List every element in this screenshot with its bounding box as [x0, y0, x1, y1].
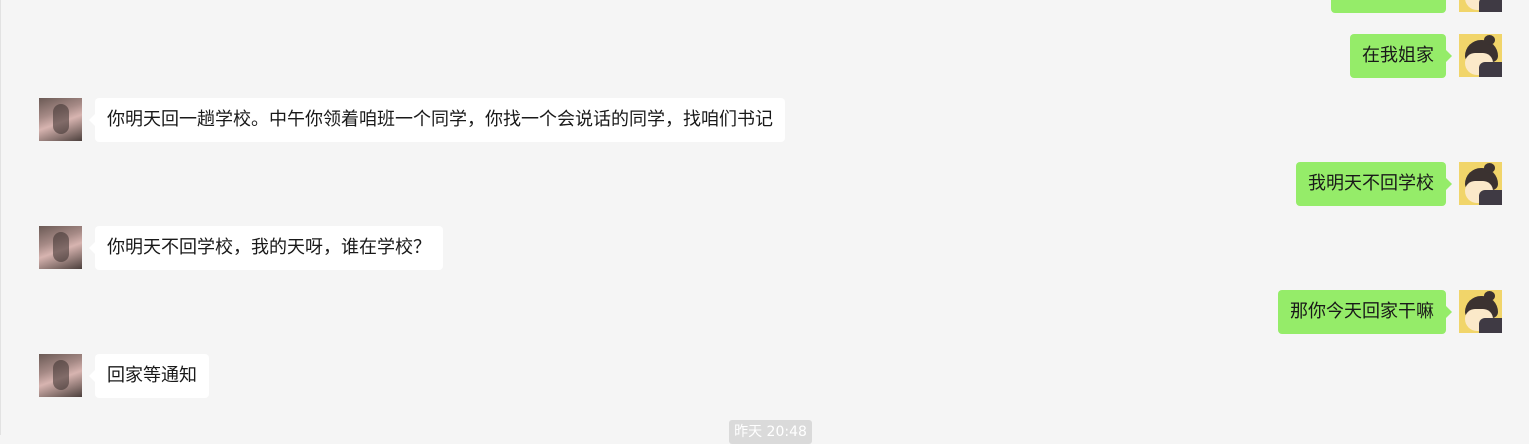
message-bubble[interactable]: 那你今天回家干嘛 — [1278, 290, 1452, 334]
chat-message-other: 你明天不回学校，我的天呀，谁在学校？ — [0, 226, 1529, 270]
chat-message-self: 在我姐家 — [0, 34, 1529, 78]
self-avatar[interactable] — [1459, 34, 1502, 77]
contact-avatar[interactable] — [39, 354, 82, 397]
message-text: 我明天不回学校 — [1308, 173, 1434, 194]
contact-avatar[interactable] — [39, 98, 82, 141]
chat-message-self: 那你今天回家干嘛 — [0, 290, 1529, 334]
message-bubble[interactable]: 在我姐家 — [1350, 34, 1452, 78]
chat-message-self — [0, 0, 1529, 13]
message-bubble[interactable] — [1331, 0, 1446, 13]
self-avatar[interactable] — [1459, 162, 1502, 205]
chat-message-other: 回家等通知 — [0, 354, 1529, 398]
message-bubble[interactable]: 你明天不回学校，我的天呀，谁在学校？ — [89, 226, 443, 270]
message-text: 你明天回一趟学校。中午你领着咱班一个同学，你找一个会说话的同学，找咱们书记 — [107, 109, 773, 130]
message-text: 你明天不回学校，我的天呀，谁在学校？ — [107, 237, 431, 258]
message-text: 那你今天回家干嘛 — [1290, 301, 1434, 322]
chat-message-self: 我明天不回学校 — [0, 162, 1529, 206]
message-bubble[interactable]: 回家等通知 — [89, 354, 209, 398]
chat-message-other: 你明天回一趟学校。中午你领着咱班一个同学，你找一个会说话的同学，找咱们书记 — [0, 98, 1529, 142]
timestamp-badge: 昨天 20:48 — [729, 420, 812, 444]
message-bubble[interactable]: 你明天回一趟学校。中午你领着咱班一个同学，你找一个会说话的同学，找咱们书记 — [89, 98, 785, 142]
message-text: 回家等通知 — [107, 365, 197, 386]
contact-avatar[interactable] — [39, 226, 82, 269]
self-avatar[interactable] — [1459, 290, 1502, 333]
message-text: 在我姐家 — [1362, 45, 1434, 66]
message-bubble[interactable]: 我明天不回学校 — [1296, 162, 1452, 206]
self-avatar[interactable] — [1459, 0, 1502, 12]
